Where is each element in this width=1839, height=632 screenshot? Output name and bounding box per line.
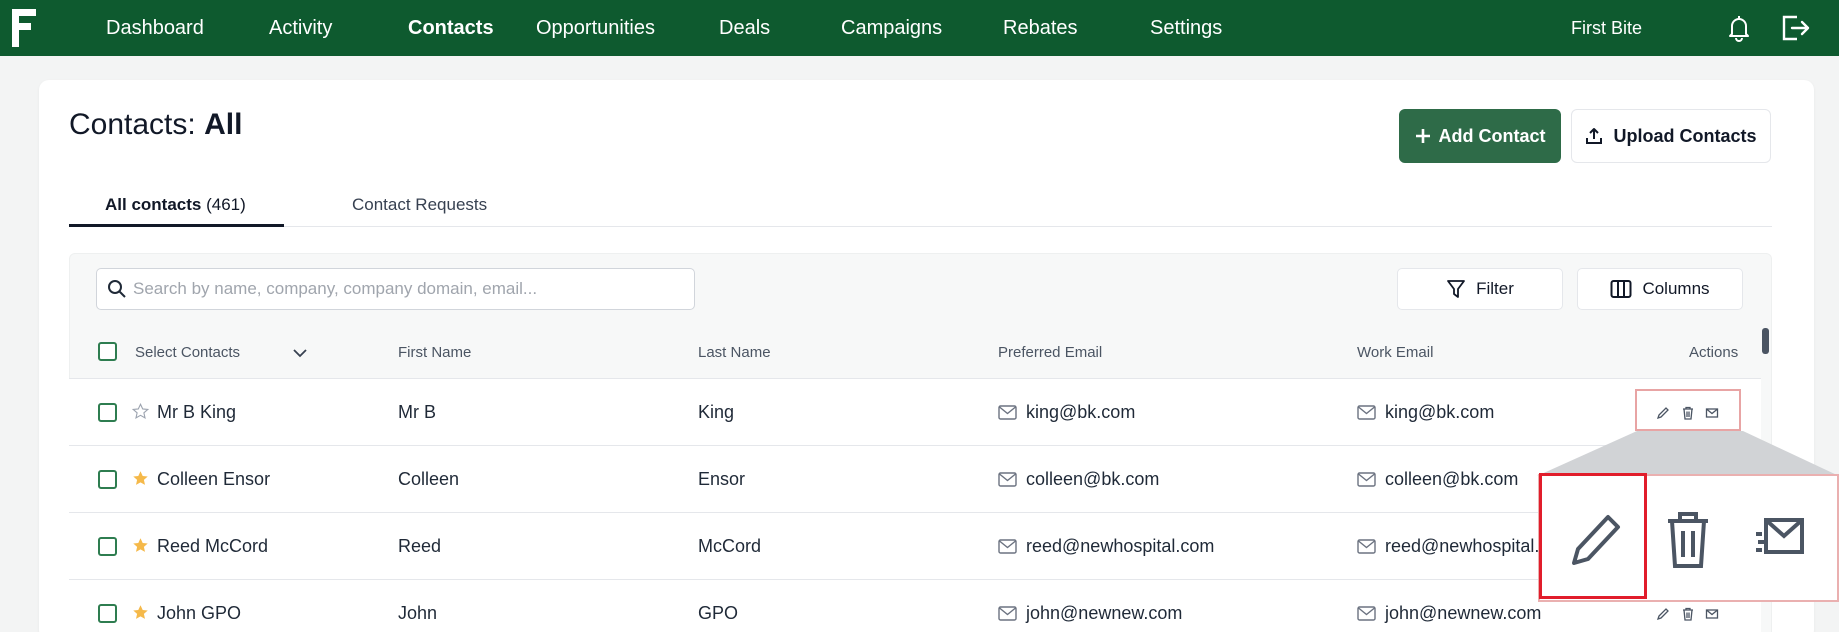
page-title-prefix: Contacts:: [69, 108, 205, 141]
active-tab-indicator: [69, 224, 284, 227]
account-name[interactable]: First Bite: [1571, 0, 1642, 56]
brand-logo-icon[interactable]: [12, 9, 40, 47]
row-checkbox[interactable]: [98, 537, 117, 556]
tab-contact-requests[interactable]: Contact Requests: [352, 195, 487, 215]
nav-item-deals[interactable]: Deals: [719, 0, 770, 56]
nav-item-opportunities[interactable]: Opportunities: [536, 0, 655, 56]
star-filled-icon[interactable]: [132, 537, 149, 554]
upload-icon: [1586, 128, 1603, 144]
table-row[interactable]: Colleen Ensor Colleen Ensor colleen@bk.c…: [69, 445, 1761, 512]
mail-icon: [1357, 539, 1376, 554]
mail-icon: [998, 606, 1017, 621]
first-name-cell: Reed: [398, 536, 442, 556]
columns-label: Columns: [1642, 279, 1710, 298]
select-all-checkbox[interactable]: [98, 342, 117, 361]
contact-name[interactable]: Mr B King: [157, 379, 236, 446]
bell-icon[interactable]: [1724, 13, 1754, 43]
table-scrollbar[interactable]: [1762, 328, 1769, 354]
filter-icon: [1447, 280, 1466, 298]
mail-icon: [998, 472, 1017, 487]
table-row[interactable]: Mr B King Mr B King king@bk.com king@bk.…: [69, 378, 1761, 445]
preferred-email-cell: colleen@bk.com: [1026, 469, 1160, 489]
add-contact-label: Add Contact: [1438, 125, 1546, 146]
first-name-cell: John: [398, 603, 438, 623]
trash-icon[interactable]: [1666, 511, 1710, 569]
actions-highlight-box: [1635, 389, 1741, 431]
send-mail-icon[interactable]: [1705, 607, 1719, 621]
chevron-down-icon[interactable]: [292, 348, 308, 358]
last-name-cell: King: [698, 402, 735, 422]
edit-highlight-box: [1539, 473, 1647, 599]
nav-item-activity[interactable]: Activity: [269, 0, 332, 56]
row-checkbox[interactable]: [98, 604, 117, 623]
table-row[interactable]: Reed McCord Reed McCord reed@newhospital…: [69, 512, 1761, 579]
first-name-cell: Colleen: [398, 469, 460, 489]
last-name-cell: GPO: [698, 603, 739, 623]
work-email-cell: john@newnew.com: [1385, 603, 1542, 623]
mail-icon: [1357, 405, 1376, 420]
nav-item-campaigns[interactable]: Campaigns: [841, 0, 942, 56]
zoom-callout-connector: [1537, 431, 1839, 476]
work-email-cell: king@bk.com: [1385, 402, 1495, 422]
preferred-email-cell: john@newnew.com: [1026, 603, 1183, 623]
contact-name[interactable]: Reed McCord: [157, 513, 268, 580]
tabs-divider: [69, 226, 1772, 227]
preferred-email-cell: king@bk.com: [1026, 402, 1136, 422]
nav-item-contacts[interactable]: Contacts: [408, 0, 494, 56]
page-title-filter: All: [204, 108, 243, 141]
search-icon: [108, 280, 126, 298]
mail-icon: [998, 405, 1017, 420]
last-name-cell: McCord: [698, 536, 762, 556]
header-preferred-email[interactable]: Preferred Email: [998, 344, 1102, 361]
nav-item-settings[interactable]: Settings: [1150, 0, 1222, 56]
send-mail-icon[interactable]: [1754, 514, 1806, 562]
add-contact-button[interactable]: Add Contact: [1399, 109, 1561, 163]
mail-icon: [1357, 606, 1376, 621]
page-title: Contacts: All: [69, 108, 242, 142]
work-email-cell: reed@newhospital.: [1385, 536, 1540, 556]
tab-all-contacts-count: (461): [206, 195, 246, 214]
header-last-name[interactable]: Last Name: [698, 344, 771, 361]
header-actions: Actions: [1689, 344, 1739, 361]
search-box: [96, 268, 695, 310]
search-input[interactable]: [133, 269, 683, 309]
header-work-email[interactable]: Work Email: [1357, 344, 1433, 361]
header-select-contacts[interactable]: Select Contacts: [135, 344, 240, 361]
contact-name[interactable]: John GPO: [157, 580, 241, 632]
tab-all-contacts-label: All contacts: [105, 195, 202, 214]
upload-contacts-button[interactable]: Upload Contacts: [1571, 109, 1771, 163]
nav-item-rebates[interactable]: Rebates: [1003, 0, 1078, 56]
plus-icon: [1415, 129, 1430, 143]
star-outline-icon[interactable]: [132, 403, 149, 420]
contact-name[interactable]: Colleen Ensor: [157, 446, 270, 513]
top-nav: Dashboard Activity Contacts Opportunitie…: [0, 0, 1839, 56]
nav-item-dashboard[interactable]: Dashboard: [106, 0, 204, 56]
last-name-cell: Ensor: [698, 469, 746, 489]
header-first-name[interactable]: First Name: [398, 344, 471, 361]
star-filled-icon[interactable]: [132, 470, 149, 487]
mail-icon: [1357, 472, 1376, 487]
trash-icon[interactable]: [1681, 607, 1695, 621]
columns-icon: [1610, 280, 1632, 298]
mail-icon: [998, 539, 1017, 554]
work-email-cell: colleen@bk.com: [1385, 469, 1519, 489]
filter-button[interactable]: Filter: [1397, 268, 1563, 310]
tab-all-contacts[interactable]: All contacts (461): [105, 195, 246, 215]
logout-icon[interactable]: [1779, 13, 1811, 43]
row-checkbox[interactable]: [98, 403, 117, 422]
filter-label: Filter: [1476, 279, 1514, 298]
table-header: Select Contacts First Name Last Name Pre…: [69, 330, 1761, 378]
row-checkbox[interactable]: [98, 470, 117, 489]
star-filled-icon[interactable]: [132, 604, 149, 621]
first-name-cell: Mr B: [398, 402, 436, 422]
columns-button[interactable]: Columns: [1577, 268, 1743, 310]
table-row[interactable]: John GPO John GPO john@newnew.com john@n…: [69, 579, 1761, 632]
upload-contacts-label: Upload Contacts: [1613, 125, 1757, 146]
pencil-icon[interactable]: [1656, 607, 1670, 621]
preferred-email-cell: reed@newhospital.com: [1026, 536, 1215, 556]
